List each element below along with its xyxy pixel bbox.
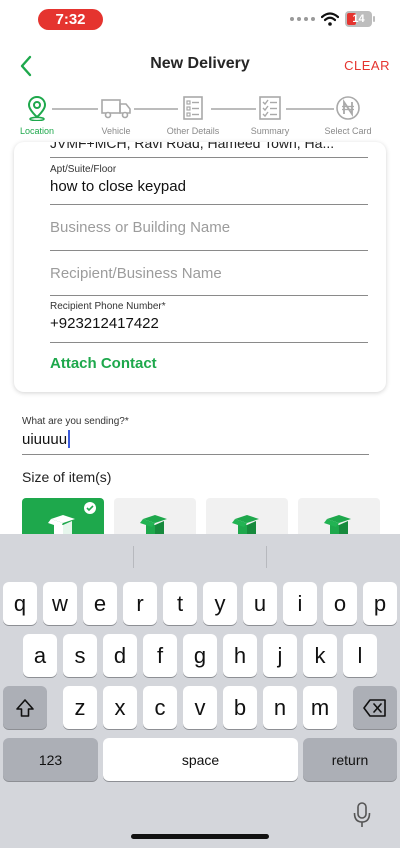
progress-stepper: Location Vehicle Other Details Summary S… [0,92,400,142]
battery-icon: 14 [345,11,375,27]
box-icon [140,515,167,534]
backspace-icon [363,698,386,717]
sending-label: What are you sending?* [22,416,129,427]
step-label: Select Card [324,126,372,136]
step-location[interactable]: Location [0,92,77,136]
key-d[interactable]: d [103,634,137,677]
sending-value: uiuuuu [22,430,68,448]
key-u[interactable]: u [243,582,277,625]
attach-contact-button[interactable]: Attach Contact [50,355,157,372]
key-a[interactable]: a [23,634,57,677]
status-time: 7:32 [38,9,103,30]
backspace-key[interactable] [353,686,397,729]
step-label: Vehicle [101,126,131,136]
status-icons: 14 [290,11,375,27]
key-p[interactable]: p [363,582,397,625]
size-option-2[interactable] [114,498,196,534]
key-v[interactable]: v [183,686,217,729]
step-vehicle[interactable]: Vehicle [76,92,156,136]
details-list-icon [183,96,203,120]
key-k[interactable]: k [303,634,337,677]
address-field[interactable]: JVMF+MCH, Ravi Road, Hameed Town, Ha... [50,142,368,158]
return-key[interactable]: return [303,738,397,781]
shift-key[interactable] [3,686,47,729]
step-summary[interactable]: Summary [230,92,310,136]
apt-suite-label: Apt/Suite/Floor [50,164,117,175]
key-f[interactable]: f [143,634,177,677]
key-s[interactable]: s [63,634,97,677]
key-e[interactable]: e [83,582,117,625]
sending-input[interactable]: What are you sending?* uiuuuu [22,416,369,455]
key-g[interactable]: g [183,634,217,677]
cellular-dots-icon [290,17,315,21]
key-i[interactable]: i [283,582,317,625]
size-option-1[interactable] [22,498,104,534]
microphone-icon [353,802,371,827]
key-r[interactable]: r [123,582,157,625]
key-m[interactable]: m [303,686,337,729]
step-select-card[interactable]: Select Card [308,92,388,136]
key-x[interactable]: x [103,686,137,729]
apt-suite-value: how to close keypad [50,178,186,195]
nav-header: New Delivery CLEAR [0,42,400,90]
location-pin-icon [27,95,47,121]
step-label: Other Details [166,126,220,136]
key-c[interactable]: c [143,686,177,729]
key-t[interactable]: t [163,582,197,625]
box-icon [232,515,259,534]
status-bar: 7:32 14 [0,0,400,42]
checklist-icon [259,96,281,120]
naira-coin-icon [336,96,360,120]
suggestion-bar [0,534,400,578]
size-options [22,498,400,534]
check-icon [84,502,96,514]
key-h[interactable]: h [223,634,257,677]
system-keyboard: q w e r t y u i o p a s d f g h j k l z … [0,534,400,848]
clear-button[interactable]: CLEAR [344,58,390,73]
key-y[interactable]: y [203,582,237,625]
recipient-name-placeholder: Recipient/Business Name [50,265,222,282]
key-w[interactable]: w [43,582,77,625]
size-option-3[interactable] [206,498,288,534]
numbers-key[interactable]: 123 [3,738,98,781]
recipient-phone-value: +923212417422 [50,315,159,332]
truck-icon [101,99,131,119]
battery-level: 14 [352,13,365,25]
apt-suite-field[interactable]: Apt/Suite/Floor how to close keypad [50,164,368,205]
shift-arrow-icon [16,698,34,717]
wifi-icon [321,12,339,26]
text-cursor [68,430,71,448]
step-label: Location [19,126,55,136]
key-j[interactable]: j [263,634,297,677]
dictation-button[interactable] [348,800,376,830]
recipient-name-input[interactable]: Recipient/Business Name [50,265,368,296]
key-l[interactable]: l [343,634,377,677]
business-name-input[interactable]: Business or Building Name [50,219,368,251]
step-other-details[interactable]: Other Details [153,92,233,136]
key-n[interactable]: n [263,686,297,729]
business-name-placeholder: Business or Building Name [50,219,231,236]
box-icon [48,515,75,534]
key-z[interactable]: z [63,686,97,729]
step-label: Summary [250,126,290,136]
recipient-phone-field[interactable]: Recipient Phone Number* +923212417422 [50,301,368,343]
space-key[interactable]: space [103,738,298,781]
recipient-phone-label: Recipient Phone Number* [50,301,166,312]
address-value: JVMF+MCH, Ravi Road, Hameed Town, Ha... [50,142,335,151]
key-b[interactable]: b [223,686,257,729]
home-indicator[interactable] [131,834,269,839]
page-title: New Delivery [150,55,250,72]
box-icon [324,515,351,534]
address-card: JVMF+MCH, Ravi Road, Hameed Town, Ha... … [14,142,386,392]
size-option-4[interactable] [298,498,380,534]
key-q[interactable]: q [3,582,37,625]
size-title: Size of item(s) [22,469,112,485]
key-o[interactable]: o [323,582,357,625]
